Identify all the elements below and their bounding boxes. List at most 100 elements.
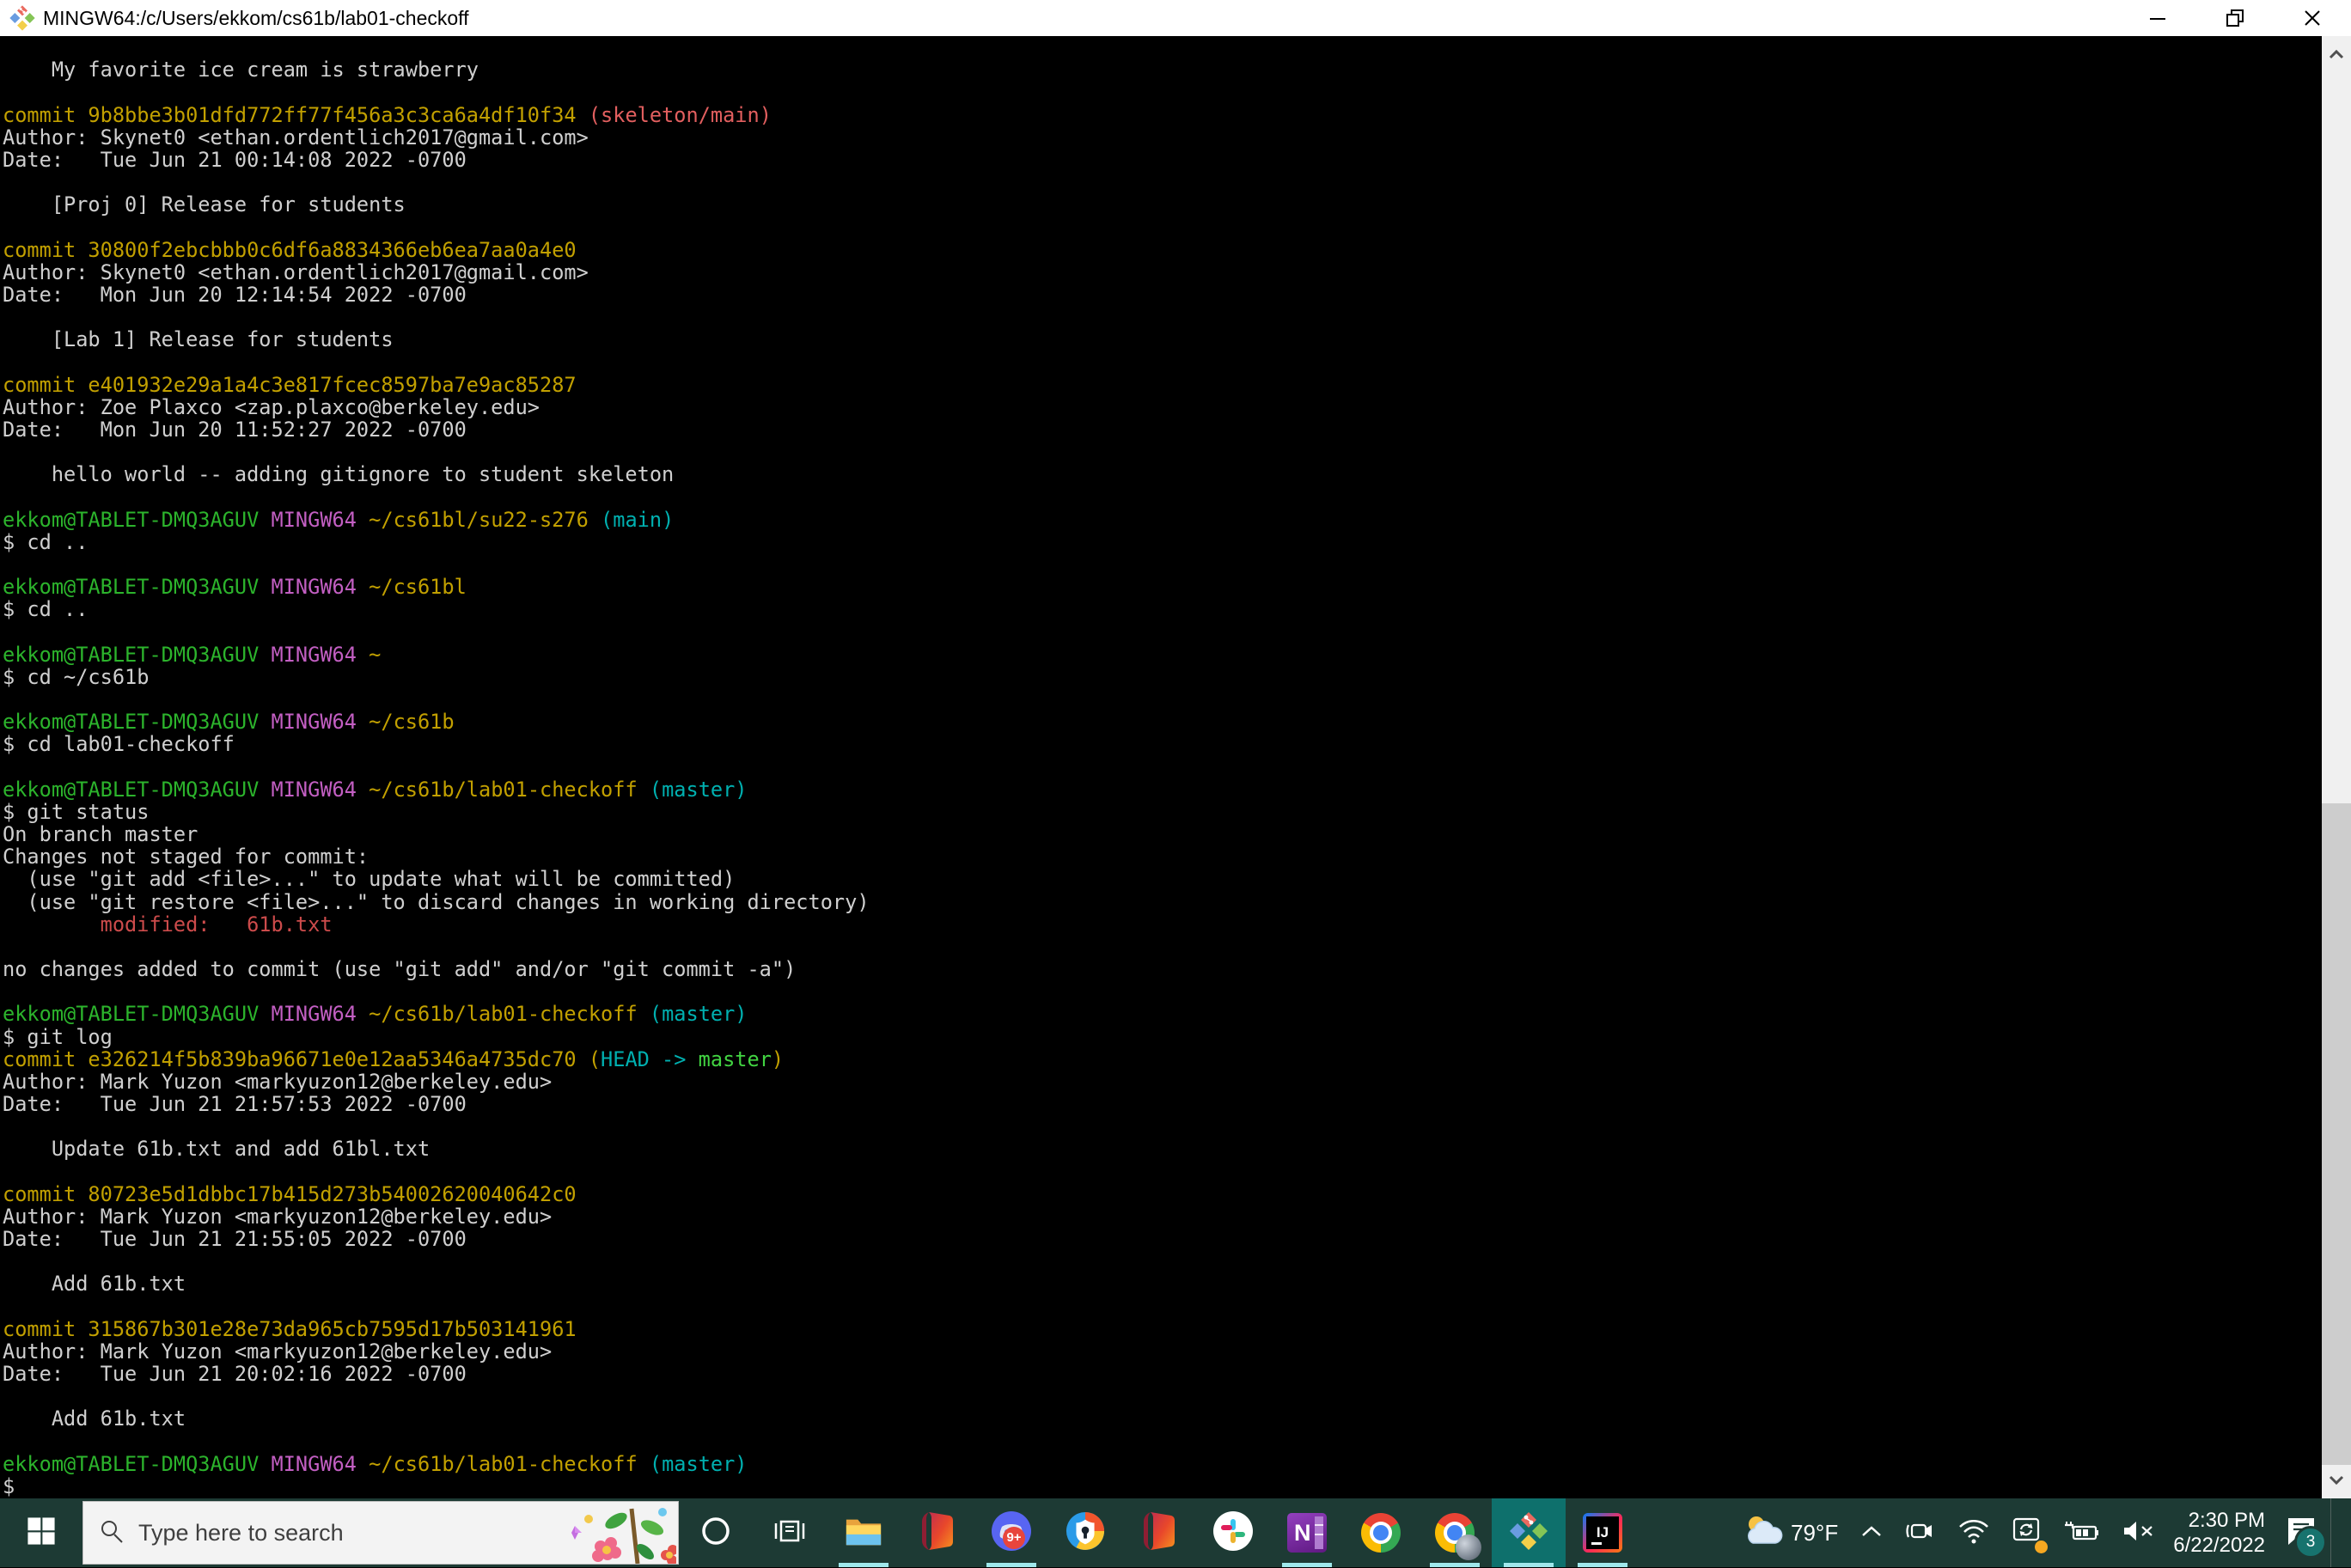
sync-status[interactable] [2012, 1516, 2049, 1553]
terminal-line: commit 80723e5d1dbbc17b415d273b540026200… [3, 1181, 577, 1206]
volume[interactable] [2122, 1518, 2156, 1548]
git-bash-app-icon [9, 4, 36, 32]
terminal-line: Add 61b.txt [3, 1406, 186, 1431]
terminal-line: no changes added to commit (use "git add… [3, 957, 797, 982]
taskbar-item-slack[interactable] [1196, 1498, 1270, 1567]
terminal-line: ekkom@TABLET-DMQ3AGUV MINGW64 ~/cs61b/la… [3, 1002, 748, 1027]
terminal-line: $ cd .. [3, 597, 89, 622]
search-flower-decoration-image [556, 1502, 678, 1565]
chrome-icon [1361, 1513, 1401, 1553]
terminal-line: [Proj 0] Release for students [3, 192, 406, 217]
battery-status[interactable] [2063, 1518, 2101, 1548]
onenote-icon: N [1287, 1513, 1327, 1553]
terminal-line: ekkom@TABLET-DMQ3AGUV MINGW64 ~/cs61b [3, 710, 455, 735]
terminal-line: commit e326214f5b839ba96671e0e12aa5346a4… [3, 1046, 785, 1071]
close-button[interactable] [2274, 0, 2351, 36]
temperature-label: 79°F [1791, 1519, 1839, 1546]
terminal-screen[interactable]: My favorite ice cream is strawberry commi… [0, 36, 2322, 1498]
terminal-line: Changes not staged for commit: [3, 845, 369, 869]
taskbar-item-onenote[interactable]: N [1270, 1498, 1344, 1567]
profile-avatar [1456, 1534, 1481, 1560]
sync-alert-dot [2035, 1540, 2049, 1553]
taskbar-item-chrome[interactable] [1344, 1498, 1418, 1567]
office-icon [919, 1510, 956, 1556]
scroll-down-arrow[interactable] [2322, 1462, 2351, 1498]
terminal-line: On branch master [3, 822, 198, 847]
terminal-scrollbar[interactable] [2322, 36, 2351, 1498]
action-center[interactable]: 3 [2281, 1510, 2327, 1559]
terminal-line: (use "git restore <file>..." to discard … [3, 889, 870, 914]
battery-charging-icon [2063, 1518, 2101, 1548]
show-hidden-icons[interactable] [1860, 1524, 1883, 1542]
terminal-line: ekkom@TABLET-DMQ3AGUV MINGW64 ~/cs61b/la… [3, 1451, 748, 1476]
terminal-line: Author: Mark Yuzon <markyuzon12@berkeley… [3, 1204, 553, 1229]
scroll-up-arrow[interactable] [2322, 36, 2351, 72]
terminal-line: hello world -- adding gitignore to stude… [3, 462, 675, 487]
clock-time: 2:30 PM [2188, 1509, 2265, 1532]
terminal-line: Author: Mark Yuzon <markyuzon12@berkeley… [3, 1069, 553, 1094]
taskbar: 9+ [0, 1498, 2351, 1567]
notification-count-badge: 3 [2294, 1526, 2327, 1559]
taskbar-item-search[interactable] [82, 1501, 679, 1565]
taskbar-item-cortana[interactable] [679, 1498, 753, 1567]
terminal-line: Author: Mark Yuzon <markyuzon12@berkeley… [3, 1339, 553, 1364]
terminal-line: Author: Skynet0 <ethan.ordentlich2017@gm… [3, 259, 589, 284]
scrollbar-thumb[interactable] [2322, 803, 2351, 1465]
terminal-line: Add 61b.txt [3, 1272, 186, 1296]
slack-icon [1212, 1510, 1254, 1556]
taskbar-item-git-bash[interactable] [1492, 1498, 1566, 1567]
taskbar-clock[interactable]: 2:30 PM 6/22/2022 [2173, 1508, 2265, 1558]
terminal-line: Date: Mon Jun 20 11:52:27 2022 -0700 [3, 417, 467, 442]
title-bar: MINGW64:/c/Users/ekkom/cs61b/lab01-check… [0, 0, 2351, 36]
terminal-line: Update 61b.txt and add 61bl.txt [3, 1137, 431, 1162]
taskbar-item-chrome-profile[interactable] [1418, 1498, 1492, 1567]
windows-start-icon [27, 1516, 56, 1550]
taskbar-item-privacy-shield[interactable] [1048, 1498, 1122, 1567]
taskbar-item-office-2[interactable] [1122, 1498, 1196, 1567]
restore-button[interactable] [2196, 0, 2274, 36]
search-icon [99, 1518, 125, 1548]
file-explorer-icon [844, 1511, 883, 1555]
terminal-line: My favorite ice cream is strawberry [3, 58, 479, 82]
terminal-line: Author: Skynet0 <ethan.ordentlich2017@gm… [3, 125, 589, 149]
minimize-button[interactable] [2119, 0, 2196, 36]
taskbar-item-office[interactable] [901, 1498, 974, 1567]
cortana-icon [699, 1515, 732, 1552]
terminal-line: $ cd lab01-checkoff [3, 732, 235, 757]
search-input[interactable] [137, 1518, 501, 1547]
chevron-up-icon [1860, 1524, 1883, 1542]
taskbar-item-discord[interactable]: 9+ [974, 1498, 1048, 1567]
terminal-line: commit 9b8bbe3b01dfd772ff77f456a3c3ca6a4… [3, 102, 772, 127]
taskbar-item-file-explorer[interactable] [827, 1498, 901, 1567]
terminal-line: $ cd .. [3, 529, 89, 554]
discord-notification-badge: 9+ [1003, 1526, 1025, 1549]
terminal-line: $ git status [3, 799, 150, 824]
taskbar-item-task-view[interactable] [753, 1498, 827, 1567]
taskbar-item-intellij[interactable]: IJ [1566, 1498, 1640, 1567]
terminal-line: ekkom@TABLET-DMQ3AGUV MINGW64 ~/cs61bl/s… [3, 507, 675, 532]
weather-widget[interactable]: 79°F [1743, 1514, 1838, 1553]
taskbar-item-start[interactable] [0, 1498, 82, 1567]
terminal-line: Date: Tue Jun 21 00:14:08 2022 -0700 [3, 147, 467, 172]
show-desktop-button[interactable] [2330, 1498, 2339, 1567]
terminal-line: ekkom@TABLET-DMQ3AGUV MINGW64 ~/cs61b/la… [3, 777, 748, 802]
meet-now[interactable] [1905, 1517, 1936, 1549]
privacy-shield-icon [1066, 1511, 1105, 1555]
running-indicator [1282, 1563, 1332, 1567]
terminal-line: commit e401932e29a1a4c3e817fcec8597ba7e9… [3, 372, 577, 397]
network[interactable] [1958, 1518, 1989, 1548]
running-indicator [986, 1563, 1036, 1567]
system-tray: 79°F 2:30 PM 6/22/2022 3 [1743, 1498, 2351, 1567]
git-bash-icon [1508, 1510, 1549, 1556]
